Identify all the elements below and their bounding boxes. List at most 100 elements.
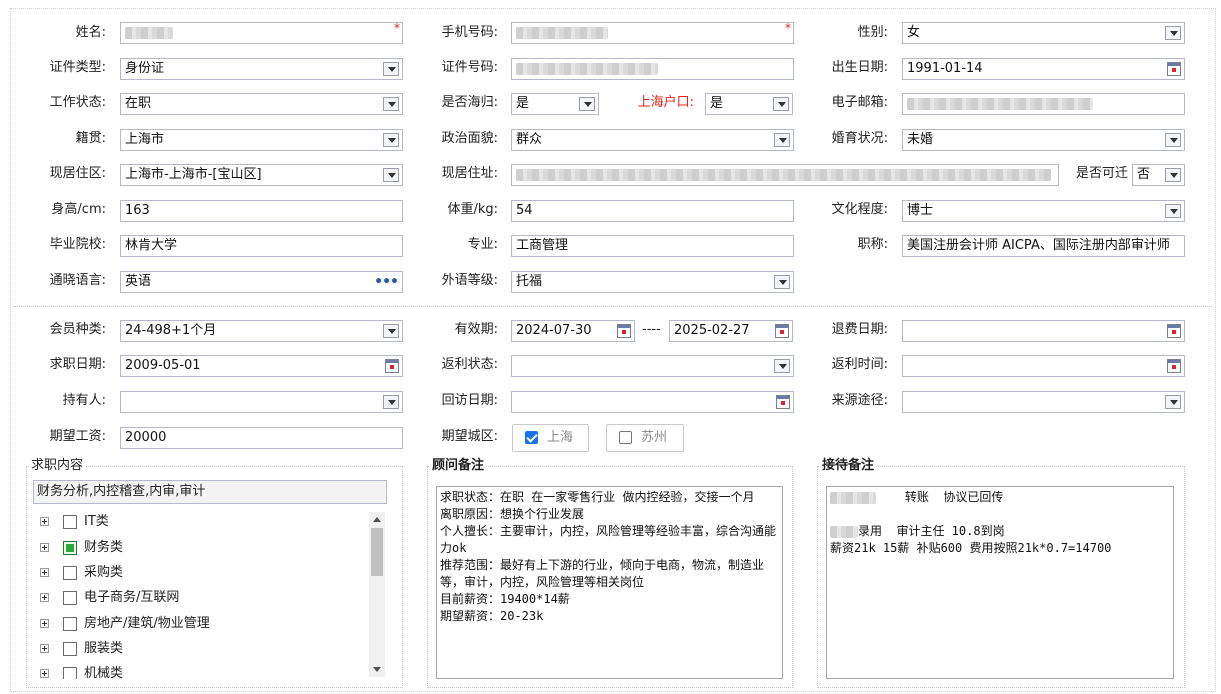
native-select[interactable]: 上海市 — [120, 129, 403, 151]
relocate-select[interactable]: 否 — [1132, 164, 1185, 186]
holder-select[interactable] — [120, 391, 403, 413]
chevron-down-icon[interactable] — [1165, 133, 1181, 147]
checkbox-checked-icon[interactable] — [525, 431, 538, 444]
calendar-icon[interactable] — [385, 359, 399, 373]
checkbox-unchecked-icon[interactable] — [63, 667, 77, 679]
political-select[interactable]: 群众 — [511, 129, 794, 151]
expand-plus-icon[interactable] — [40, 517, 49, 526]
marital-select[interactable]: 未婚 — [902, 129, 1185, 151]
member-type-select[interactable]: 24-498+1个月 — [120, 320, 403, 342]
chevron-down-icon[interactable] — [774, 133, 790, 147]
expand-plus-icon[interactable] — [40, 619, 49, 628]
tree-item-label: 房地产/建筑/物业管理 — [84, 616, 210, 631]
checkbox-checked-icon[interactable] — [63, 541, 77, 555]
birth-date-field[interactable]: 1991-01-14 — [902, 58, 1185, 80]
redacted-name — [125, 26, 173, 39]
validity-to-field[interactable]: 2025-02-27 — [669, 320, 793, 342]
checkbox-unchecked-icon[interactable] — [63, 566, 77, 580]
chevron-down-icon[interactable] — [1165, 26, 1181, 40]
validity-from-field[interactable]: 2024-07-30 — [511, 320, 635, 342]
expand-plus-icon[interactable] — [40, 669, 49, 678]
tree-item-apparel[interactable]: 服装类 — [33, 638, 363, 660]
education-select[interactable]: 博士 — [902, 200, 1185, 222]
city-checkbox-suzhou[interactable]: 苏州 — [606, 424, 684, 452]
school-field[interactable]: 林肯大学 — [120, 235, 403, 257]
tree-item-ecommerce[interactable]: 电子商务/互联网 — [33, 587, 363, 609]
job-date-field[interactable]: 2009-05-01 — [120, 355, 403, 377]
rebate-time-field[interactable] — [902, 355, 1185, 377]
id-type-select[interactable]: 身份证 — [120, 58, 403, 80]
scroll-thumb[interactable] — [371, 528, 383, 576]
returnee-value: 是 — [516, 96, 530, 111]
title-field[interactable]: 美国注册会计师 AICPA、国际注册内部审计师 — [902, 235, 1185, 257]
tree-item-it[interactable]: IT类 — [33, 511, 363, 533]
calendar-icon[interactable] — [617, 324, 631, 338]
chevron-down-icon[interactable] — [1165, 204, 1181, 218]
gender-select[interactable]: 女 — [902, 22, 1185, 44]
sh-hukou-select[interactable]: 是 — [705, 93, 793, 115]
calendar-icon[interactable] — [1167, 359, 1181, 373]
language-field[interactable]: 英语 ••• — [120, 271, 403, 293]
expand-plus-icon[interactable] — [40, 644, 49, 653]
work-status-select[interactable]: 在职 — [120, 93, 403, 115]
more-icon[interactable]: ••• — [374, 272, 399, 292]
expand-plus-icon[interactable] — [40, 543, 49, 552]
expand-plus-icon[interactable] — [40, 568, 49, 577]
refund-date-field[interactable] — [902, 320, 1185, 342]
tree-item-realestate[interactable]: 房地产/建筑/物业管理 — [33, 613, 363, 635]
email-field[interactable] — [902, 93, 1185, 115]
chevron-down-icon[interactable] — [383, 324, 399, 338]
rebate-status-select[interactable] — [511, 355, 794, 377]
chevron-down-icon[interactable] — [1165, 168, 1181, 182]
name-field[interactable]: * — [120, 22, 403, 44]
expand-plus-icon[interactable] — [40, 593, 49, 602]
education-value: 博士 — [907, 203, 934, 218]
advisor-notes-legend: 顾问备注 — [430, 458, 487, 474]
source-select[interactable] — [902, 391, 1185, 413]
major-field[interactable]: 工商管理 — [511, 235, 794, 257]
email-label: 电子邮箱: — [831, 95, 888, 110]
checkbox-unchecked-icon[interactable] — [619, 431, 632, 444]
tree-item-machinery[interactable]: 机械类 — [33, 663, 363, 679]
chevron-down-icon[interactable] — [579, 97, 595, 111]
chevron-down-icon[interactable] — [383, 62, 399, 76]
chevron-down-icon[interactable] — [1165, 395, 1181, 409]
expected-salary-field[interactable]: 20000 — [120, 427, 403, 449]
residence-addr-field[interactable] — [511, 164, 1059, 186]
lang-level-select[interactable]: 托福 — [511, 271, 794, 293]
reception-notes-textarea[interactable]: 转账 协议已回传 录用 审计主任 10.8到岗 薪资21k 15薪 补贴600 费用… — [826, 486, 1174, 679]
chevron-down-icon[interactable] — [383, 97, 399, 111]
chevron-down-icon[interactable] — [773, 97, 789, 111]
tree-item-procurement[interactable]: 采购类 — [33, 562, 363, 584]
chevron-down-icon[interactable] — [774, 275, 790, 289]
tree-item-finance[interactable]: 财务类 — [33, 537, 363, 559]
chevron-down-icon[interactable] — [774, 359, 790, 373]
chevron-down-icon[interactable] — [383, 133, 399, 147]
city-checkbox-shanghai[interactable]: 上海 — [512, 424, 589, 452]
mobile-field[interactable]: * — [511, 22, 794, 44]
checkbox-unchecked-icon[interactable] — [63, 515, 77, 529]
calendar-icon[interactable] — [775, 324, 789, 338]
tree-scrollbar[interactable] — [369, 512, 385, 677]
tree-item-label: 财务类 — [84, 540, 124, 555]
checkbox-unchecked-icon[interactable] — [63, 617, 77, 631]
returnee-select[interactable]: 是 — [511, 93, 599, 115]
checkbox-unchecked-icon[interactable] — [63, 591, 77, 605]
language-value: 英语 — [125, 274, 152, 289]
rebate-time-label: 返利时间: — [831, 357, 888, 372]
school-value: 林肯大学 — [125, 238, 178, 253]
checkbox-unchecked-icon[interactable] — [63, 642, 77, 656]
chevron-down-icon[interactable] — [383, 395, 399, 409]
weight-field[interactable]: 54 — [511, 200, 794, 222]
calendar-icon[interactable] — [1167, 62, 1181, 76]
id-no-field[interactable] — [511, 58, 794, 80]
calendar-icon[interactable] — [1167, 324, 1181, 338]
scroll-up-icon[interactable] — [373, 517, 381, 522]
advisor-notes-textarea[interactable]: 求职状态：在职 在一家零售行业 做内控经验，交接一个月 离职原因：想换个行业发展… — [436, 486, 783, 679]
scroll-down-icon[interactable] — [373, 667, 381, 672]
chevron-down-icon[interactable] — [383, 168, 399, 182]
calendar-icon[interactable] — [776, 395, 790, 409]
revisit-date-field[interactable] — [511, 391, 794, 413]
residence-area-select[interactable]: 上海市-上海市-[宝山区] — [120, 164, 403, 186]
height-field[interactable]: 163 — [120, 200, 403, 222]
